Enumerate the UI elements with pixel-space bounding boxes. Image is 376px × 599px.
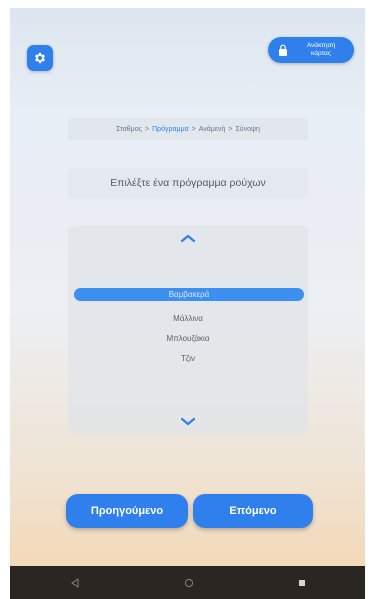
breadcrumb-separator: > [228, 125, 233, 133]
breadcrumb-item-summary: Σύνοψη [235, 125, 260, 133]
breadcrumb-item-station: Σταθμος [116, 125, 142, 133]
recover-card-label: Ανάκτηση κάρτας [306, 42, 336, 57]
chevron-down-icon [180, 417, 196, 426]
device-frame: Ανάκτηση κάρτας Σταθμος > Πρόγραμμα > Αν… [10, 8, 365, 599]
program-option-wool[interactable]: Μάλλινα [173, 314, 203, 323]
program-option-jeans[interactable]: Τζιν [181, 354, 195, 363]
breadcrumb-item-waiting: Ανάμενή [198, 125, 226, 133]
breadcrumb-separator: > [191, 125, 196, 133]
chevron-up-icon [180, 234, 196, 243]
program-option-tshirts[interactable]: Μπλουζάκια [167, 334, 210, 343]
scroll-up-button[interactable] [176, 232, 200, 244]
next-button[interactable]: Επόμενο [193, 494, 313, 528]
program-option-cotton[interactable]: Βαμβακερά [74, 288, 304, 301]
nav-recents-button[interactable] [293, 574, 311, 592]
program-picker[interactable]: Βαμβακερά Μάλλινα Μπλουζάκια Τζιν [68, 226, 308, 434]
breadcrumb-separator: > [144, 125, 150, 133]
program-list: Βαμβακερά Μάλλινα Μπλουζάκια Τζιν [68, 288, 308, 434]
previous-button[interactable]: Προηγούμενο [66, 494, 188, 528]
nav-home-button[interactable] [180, 574, 198, 592]
scroll-down-button[interactable] [176, 416, 200, 428]
app-screen: Ανάκτηση κάρτας Σταθμος > Πρόγραμμα > Αν… [10, 8, 365, 566]
nav-back-button[interactable] [66, 574, 84, 592]
lock-icon [279, 44, 287, 56]
recover-card-button[interactable]: Ανάκτηση κάρτας [268, 37, 354, 63]
back-triangle-icon [71, 578, 79, 588]
gear-icon [34, 52, 46, 64]
home-circle-icon [184, 578, 194, 588]
page-prompt: Επιλέξτε ένα πρόγραμμα ρούχων [68, 168, 308, 198]
recents-square-icon [299, 580, 305, 586]
settings-button[interactable] [27, 45, 53, 71]
breadcrumb-item-program: Πρόγραμμα [152, 125, 189, 133]
system-nav-bar [10, 566, 365, 599]
breadcrumb: Σταθμος > Πρόγραμμα > Ανάμενή > Σύνοψη [68, 118, 308, 140]
